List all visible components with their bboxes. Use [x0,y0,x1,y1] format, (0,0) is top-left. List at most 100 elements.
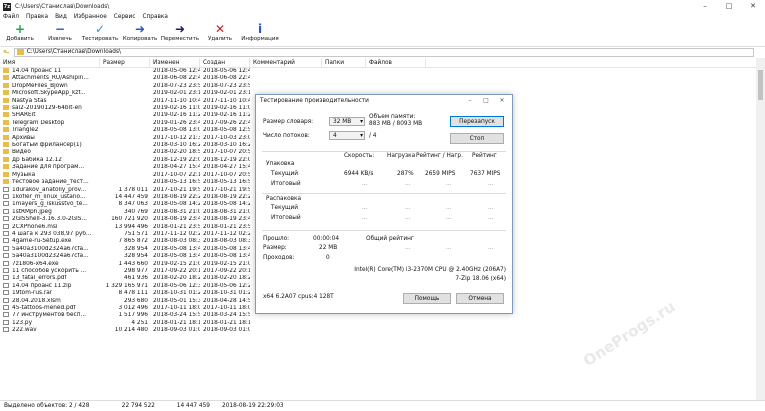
file-size: 298 977 [124,267,148,274]
file-name-cell: 123.py [0,319,100,327]
pack-current-label: Текущий [271,171,299,177]
stop-button[interactable]: Стоп [450,133,504,144]
file-icon [3,223,9,229]
column-header[interactable]: Размер [100,58,150,67]
column-header[interactable]: Комментарий [250,58,322,67]
dialog-close-button[interactable]: ✕ [494,95,510,107]
passed-value: 00:00:04 [313,236,340,242]
file-created: 2017-10-03 23:01 [203,134,250,141]
file-created: 2018-06-08 22:46 [203,75,250,82]
scrollbar-thumb[interactable] [758,70,763,100]
file-size: 3 012 496 [118,305,148,311]
pack-label: Упаковка [266,161,295,167]
help-button[interactable]: Помощь [403,293,451,304]
col-rating: Рейтинг [472,153,497,159]
pack-total-speed: ... [362,181,368,187]
file-size [100,120,150,127]
menu-item[interactable]: Справка [142,13,168,22]
file-created: 2018-02-20 18:23 [203,275,250,282]
dialog-minimize-button[interactable]: – [462,95,478,107]
pack-rating: 7637 MIPS [470,171,501,177]
address-input[interactable]: C:\Users\Станислав\Downloads\ [13,47,754,57]
toolbar-button[interactable]: ➜ Переместить [161,22,199,46]
table-row[interactable]: Attachments_RU/Ashipin... 2018-06-08 22:4… [0,75,765,82]
benchmark-dialog: Тестирование производительности – □ ✕ Разм… [255,94,513,314]
table-row[interactable]: DropMeFiles_Bjown 2018-07-23 23:572018-07… [0,82,765,90]
file-modified: 2018-06-08 22:46 [153,75,200,82]
toolbar-button[interactable]: ✓ Тестировать [82,22,118,46]
menu-item[interactable]: Файл [3,13,19,22]
file-name: Telegram Desktop [12,119,65,126]
file-created: 2018-05-13 16:52 [203,179,250,186]
file-icon [3,208,9,214]
file-name-cell: sai2-20190129-64bit-en [0,105,100,112]
column-header[interactable]: Изменен [150,58,200,67]
file-modified: 2018-03-10 16:27 [153,142,200,149]
toolbar-label: Извлечь [48,36,72,42]
overall-rating: ... [488,245,494,251]
dialog-maximize-button[interactable]: □ [478,95,494,107]
menu-bar: Файл Правка Вид Избранное Сервис Справка [0,13,175,22]
column-header[interactable]: Папки [322,58,366,67]
menu-item[interactable]: Избранное [74,13,107,22]
column-header[interactable]: Файлов [366,58,426,67]
file-modified: 2018-08-31 21:01 [153,208,200,215]
menu-item[interactable]: Сервис [114,13,136,22]
file-name-cell: Архивы [0,134,100,142]
menu-item[interactable]: Правка [26,13,48,22]
maximize-button[interactable]: □ [717,0,741,13]
unpack-current-label: Текущий [271,205,299,211]
toolbar-button[interactable]: − Извлечь [44,22,76,46]
file-modified: 2017-10-12 21:36 [153,134,200,141]
file-modified: 2017-09-22 20:15 [153,267,200,274]
file-icon [3,282,9,288]
file-size: 328 954 [124,253,148,260]
table-row[interactable]: 14.04 проанс 11 2018-05-06 12:412018-05-0… [0,68,765,75]
folder-icon [3,105,9,111]
file-created: 2017-10-07 20:56 [203,149,250,156]
folder-up-icon[interactable]: ⬑ [3,48,10,57]
unpack-label: Распаковка [266,196,302,202]
toolbar-button[interactable]: + Добавить [4,22,36,46]
file-name: Богатый фрилансер(1) [12,142,82,149]
file-modified: 2017-10-21 19:52 [153,186,200,193]
file-size [100,83,150,90]
file-created: 2018-05-08 13:41 [203,253,250,260]
restart-button[interactable]: Перезапуск [450,116,504,127]
file-created: 2018-12-19 22:09 [203,156,250,163]
column-header[interactable]: Имя [0,58,100,67]
toolbar-label: Добавить [6,36,34,42]
close-button[interactable]: ✕ [741,0,765,13]
unpack-cur-speed: ... [362,205,368,211]
toolbar-button[interactable]: ✕ Удалить [204,22,236,46]
toolbar-label: Копировать [122,36,158,42]
vertical-scrollbar[interactable] [756,58,765,400]
file-name-cell: 28.04.2018.xlsm [0,297,100,305]
dict-select[interactable]: 32 MB ▾ [329,117,365,126]
file-icon [3,297,9,303]
minimize-button[interactable]: – [693,0,717,13]
menu-item[interactable]: Вид [55,13,67,22]
app-icon: 7z [3,2,11,11]
col-rating-load: Рейтинг / Нагр. [416,153,463,159]
threads-select[interactable]: 4 ▾ [329,131,365,140]
file-size [100,75,150,82]
divider [262,151,506,152]
file-modified: 2018-04-27 15:42 [153,164,200,171]
cancel-button[interactable]: Отмена [456,293,504,304]
toolbar-button[interactable]: ➜ Копировать [122,22,158,46]
file-modified: 2018-05-08 13:41 [153,253,200,260]
file-created: 2017-11-12 02:20 [203,230,250,237]
file-created: 2018-04-27 15:42 [203,164,250,171]
toolbar-button[interactable]: i Информация [241,22,278,46]
file-created: 2018-08-31 21:01 [203,208,250,215]
folder-icon [3,112,9,118]
folder-icon [3,179,9,185]
pack-total-label: Итоговый [271,181,301,187]
column-header[interactable]: Создан [200,58,250,67]
unpack-total-load: ... [405,215,411,221]
overall-rl: ... [446,245,452,251]
file-size: 14 447 459 [114,193,148,200]
toolbar-icon: − [54,22,66,36]
passed-label: Прошло: [263,236,290,242]
